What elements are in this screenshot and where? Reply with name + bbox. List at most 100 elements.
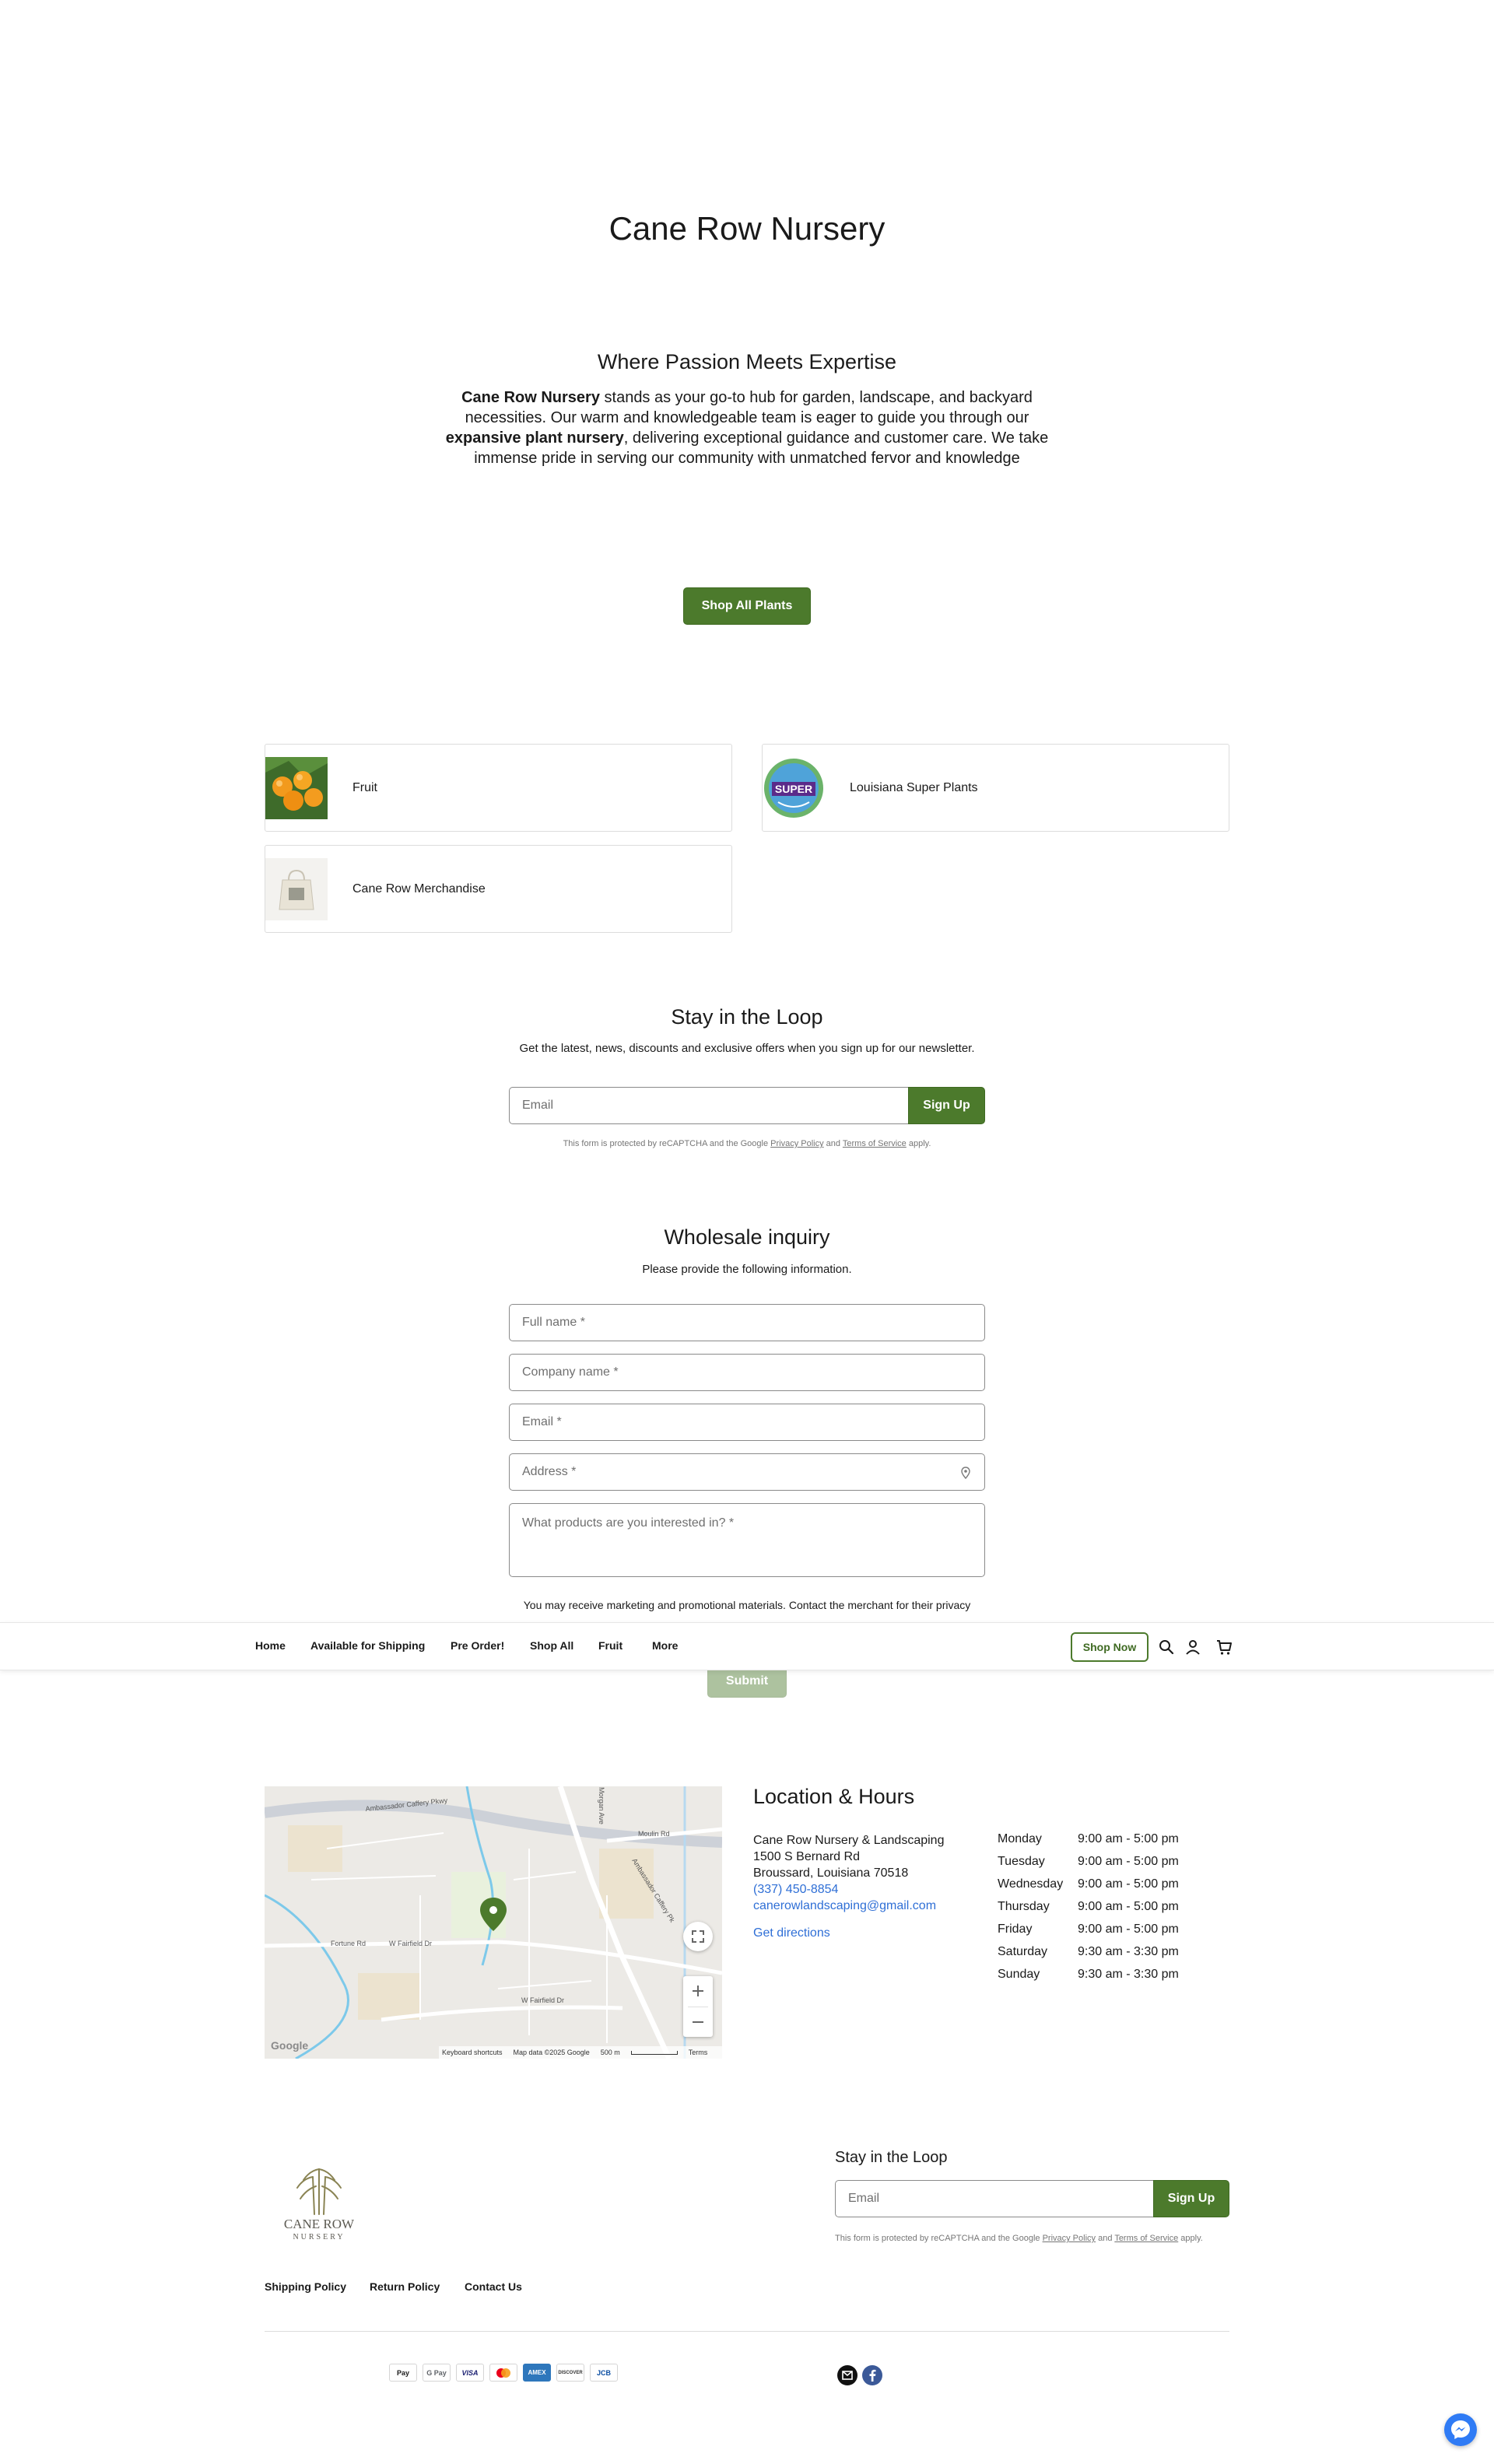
- hero-nursery-highlight: expansive plant nursery: [445, 429, 624, 447]
- wholesale-disclaimer: You may receive marketing and promotiona…: [523, 1599, 971, 1611]
- nav-pre-order[interactable]: Pre Order!: [451, 1639, 504, 1652]
- hours-row: Friday 9:00 am - 5:00 pm: [998, 1922, 1179, 1936]
- location-heading: Location & Hours: [753, 1785, 915, 1808]
- logo-line-1: CANE ROW: [284, 2217, 355, 2231]
- jcb-icon: JCB: [590, 2364, 618, 2382]
- wholesale-heading: Wholesale inquiry: [664, 1225, 830, 1249]
- shop-now-button[interactable]: Shop Now: [1071, 1632, 1149, 1662]
- hours-row: Wednesday 9:00 am - 5:00 pm: [998, 1877, 1179, 1891]
- keyboard-shortcuts-link[interactable]: Keyboard shortcuts: [442, 2049, 503, 2056]
- location-pin-icon: [961, 1467, 970, 1479]
- map-data-credit: Map data ©2025 Google: [513, 2049, 590, 2056]
- city-address: Broussard, Louisiana 70518: [753, 1866, 909, 1880]
- map-attribution-bar: Keyboard shortcuts Map data ©2025 Google…: [439, 2046, 722, 2059]
- collection-label-fruit: Fruit: [352, 780, 377, 794]
- hours-row: Monday 9:00 am - 5:00 pm: [998, 1832, 1179, 1845]
- map-label-moulin: Moulin Rd: [638, 1830, 670, 1838]
- collection-label-louisiana-super-plants: Louisiana Super Plants: [850, 780, 978, 794]
- footer-divider: [265, 2331, 1229, 2332]
- footer-link-contact-us[interactable]: Contact Us: [465, 2280, 522, 2293]
- fruit-thumbnail: [265, 756, 328, 819]
- newsletter-heading: Stay in the Loop: [671, 1005, 823, 1029]
- hours-row: Tuesday 9:00 am - 5:00 pm: [998, 1855, 1179, 1868]
- email-social-icon[interactable]: [837, 2365, 857, 2385]
- visa-icon: VISA: [456, 2364, 484, 2382]
- hero-heading: Where Passion Meets Expertise: [597, 350, 897, 373]
- nav-shop-all[interactable]: Shop All: [530, 1639, 573, 1652]
- collection-card-louisiana-super-plants[interactable]: SUPER Louisiana Super Plants: [762, 744, 1229, 832]
- terms-of-service-link[interactable]: Terms of Service: [843, 1139, 907, 1148]
- phone-link[interactable]: (337) 450-8854: [753, 1881, 944, 1898]
- privacy-policy-link[interactable]: Privacy Policy: [770, 1139, 823, 1148]
- cart-icon[interactable]: [1215, 1639, 1233, 1656]
- company-name-field[interactable]: Company name *: [509, 1354, 985, 1391]
- sticky-nav-bar: Home Available for Shipping Pre Order! S…: [0, 1622, 1494, 1670]
- hours-table: Monday 9:00 am - 5:00 pm Tuesday 9:00 am -…: [998, 1832, 1179, 1990]
- map-terms-link[interactable]: Terms: [689, 2049, 708, 2056]
- hours-row: Saturday 9:30 am - 3:30 pm: [998, 1945, 1179, 1958]
- apple-pay-icon: Pay: [389, 2364, 417, 2382]
- account-icon[interactable]: [1184, 1639, 1201, 1656]
- map-label-fairfield-2: W Fairfield Dr: [521, 1996, 564, 2004]
- collection-card-fruit[interactable]: Fruit: [265, 744, 732, 832]
- scale-bar: [630, 2050, 678, 2055]
- footer-link-shipping-policy[interactable]: Shipping Policy: [265, 2280, 346, 2293]
- hero-brand-name: Cane Row Nursery: [461, 389, 600, 406]
- footer-newsletter-heading: Stay in the Loop: [835, 2149, 948, 2166]
- footer-terms-of-service-link[interactable]: Terms of Service: [1114, 2234, 1178, 2243]
- hours-row: Sunday 9:30 am - 3:30 pm: [998, 1968, 1179, 1981]
- map-label-fairfield: W Fairfield Dr: [389, 1940, 432, 1947]
- footer-logo[interactable]: CANE ROW NURSERY: [272, 2154, 366, 2247]
- google-pay-icon: G Pay: [423, 2364, 451, 2382]
- address-field[interactable]: Address *: [509, 1453, 985, 1491]
- newsletter-recaptcha-notice: This form is protected by reCAPTCHA and …: [563, 1139, 931, 1148]
- email-link[interactable]: canerowlandscaping@gmail.com: [753, 1898, 944, 1914]
- nav-available-for-shipping[interactable]: Available for Shipping: [310, 1639, 425, 1652]
- footer-privacy-policy-link[interactable]: Privacy Policy: [1043, 2234, 1096, 2243]
- collection-card-merchandise[interactable]: Cane Row Merchandise: [265, 845, 732, 933]
- footer-email-input[interactable]: Email: [835, 2180, 1156, 2217]
- map-label-morgan: Morgan Ave: [598, 1787, 605, 1824]
- amex-icon: AMEX: [523, 2364, 551, 2382]
- footer-recaptcha-notice: This form is protected by reCAPTCHA and …: [835, 2234, 1203, 2243]
- footer-signup-button[interactable]: Sign Up: [1153, 2180, 1229, 2217]
- products-interest-field[interactable]: What products are you interested in? *: [509, 1503, 985, 1577]
- full-name-field[interactable]: Full name *: [509, 1304, 985, 1341]
- map-scale: 500 m: [600, 2049, 620, 2056]
- street-address: 1500 S Bernard Rd: [753, 1850, 860, 1863]
- facebook-icon[interactable]: [862, 2365, 882, 2385]
- nav-fruit[interactable]: Fruit: [598, 1639, 622, 1652]
- mastercard-icon: [489, 2364, 517, 2382]
- wholesale-subtext: Please provide the following information…: [642, 1263, 852, 1276]
- newsletter-signup-button[interactable]: Sign Up: [908, 1087, 985, 1124]
- badge-super-text: SUPER: [775, 783, 812, 795]
- get-directions-link[interactable]: Get directions: [753, 1925, 944, 1941]
- nav-home[interactable]: Home: [255, 1639, 286, 1652]
- google-logo: Google: [271, 2039, 308, 2052]
- merchandise-thumbnail: [265, 857, 328, 920]
- collection-label-merchandise: Cane Row Merchandise: [352, 882, 486, 896]
- hours-row: Thursday 9:00 am - 5:00 pm: [998, 1900, 1179, 1913]
- location-address: Cane Row Nursery & Landscaping 1500 S Be…: [753, 1832, 944, 1941]
- newsletter-subtext: Get the latest, news, discounts and excl…: [519, 1042, 975, 1055]
- site-title: Cane Row Nursery: [608, 210, 886, 247]
- location-map[interactable]: Ambassador Caffery Pkwy Morgan Ave Mouli…: [265, 1786, 722, 2059]
- address-field-placeholder: Address *: [522, 1465, 577, 1478]
- logo-line-2: NURSERY: [293, 2233, 345, 2241]
- messenger-chat-icon[interactable]: [1444, 2413, 1477, 2446]
- fullscreen-icon[interactable]: [683, 1922, 713, 1951]
- map-label-fortune: Fortune Rd: [331, 1940, 366, 1947]
- shop-all-plants-button[interactable]: Shop All Plants: [683, 587, 811, 625]
- hero-paragraph: Cane Row Nursery stands as your go-to hu…: [436, 387, 1058, 468]
- louisiana-super-plants-badge: SUPER: [763, 757, 825, 819]
- wholesale-email-field[interactable]: Email *: [509, 1404, 985, 1441]
- nav-more[interactable]: More: [652, 1639, 678, 1652]
- newsletter-email-input[interactable]: Email: [509, 1087, 910, 1124]
- zoom-in-icon[interactable]: [691, 1984, 705, 1998]
- discover-icon: DISCOVER: [556, 2364, 584, 2382]
- zoom-controls: [683, 1976, 713, 2037]
- zoom-out-icon[interactable]: [691, 2015, 705, 2029]
- business-name: Cane Row Nursery & Landscaping: [753, 1834, 945, 1847]
- search-icon[interactable]: [1158, 1639, 1175, 1656]
- footer-link-return-policy[interactable]: Return Policy: [370, 2280, 440, 2293]
